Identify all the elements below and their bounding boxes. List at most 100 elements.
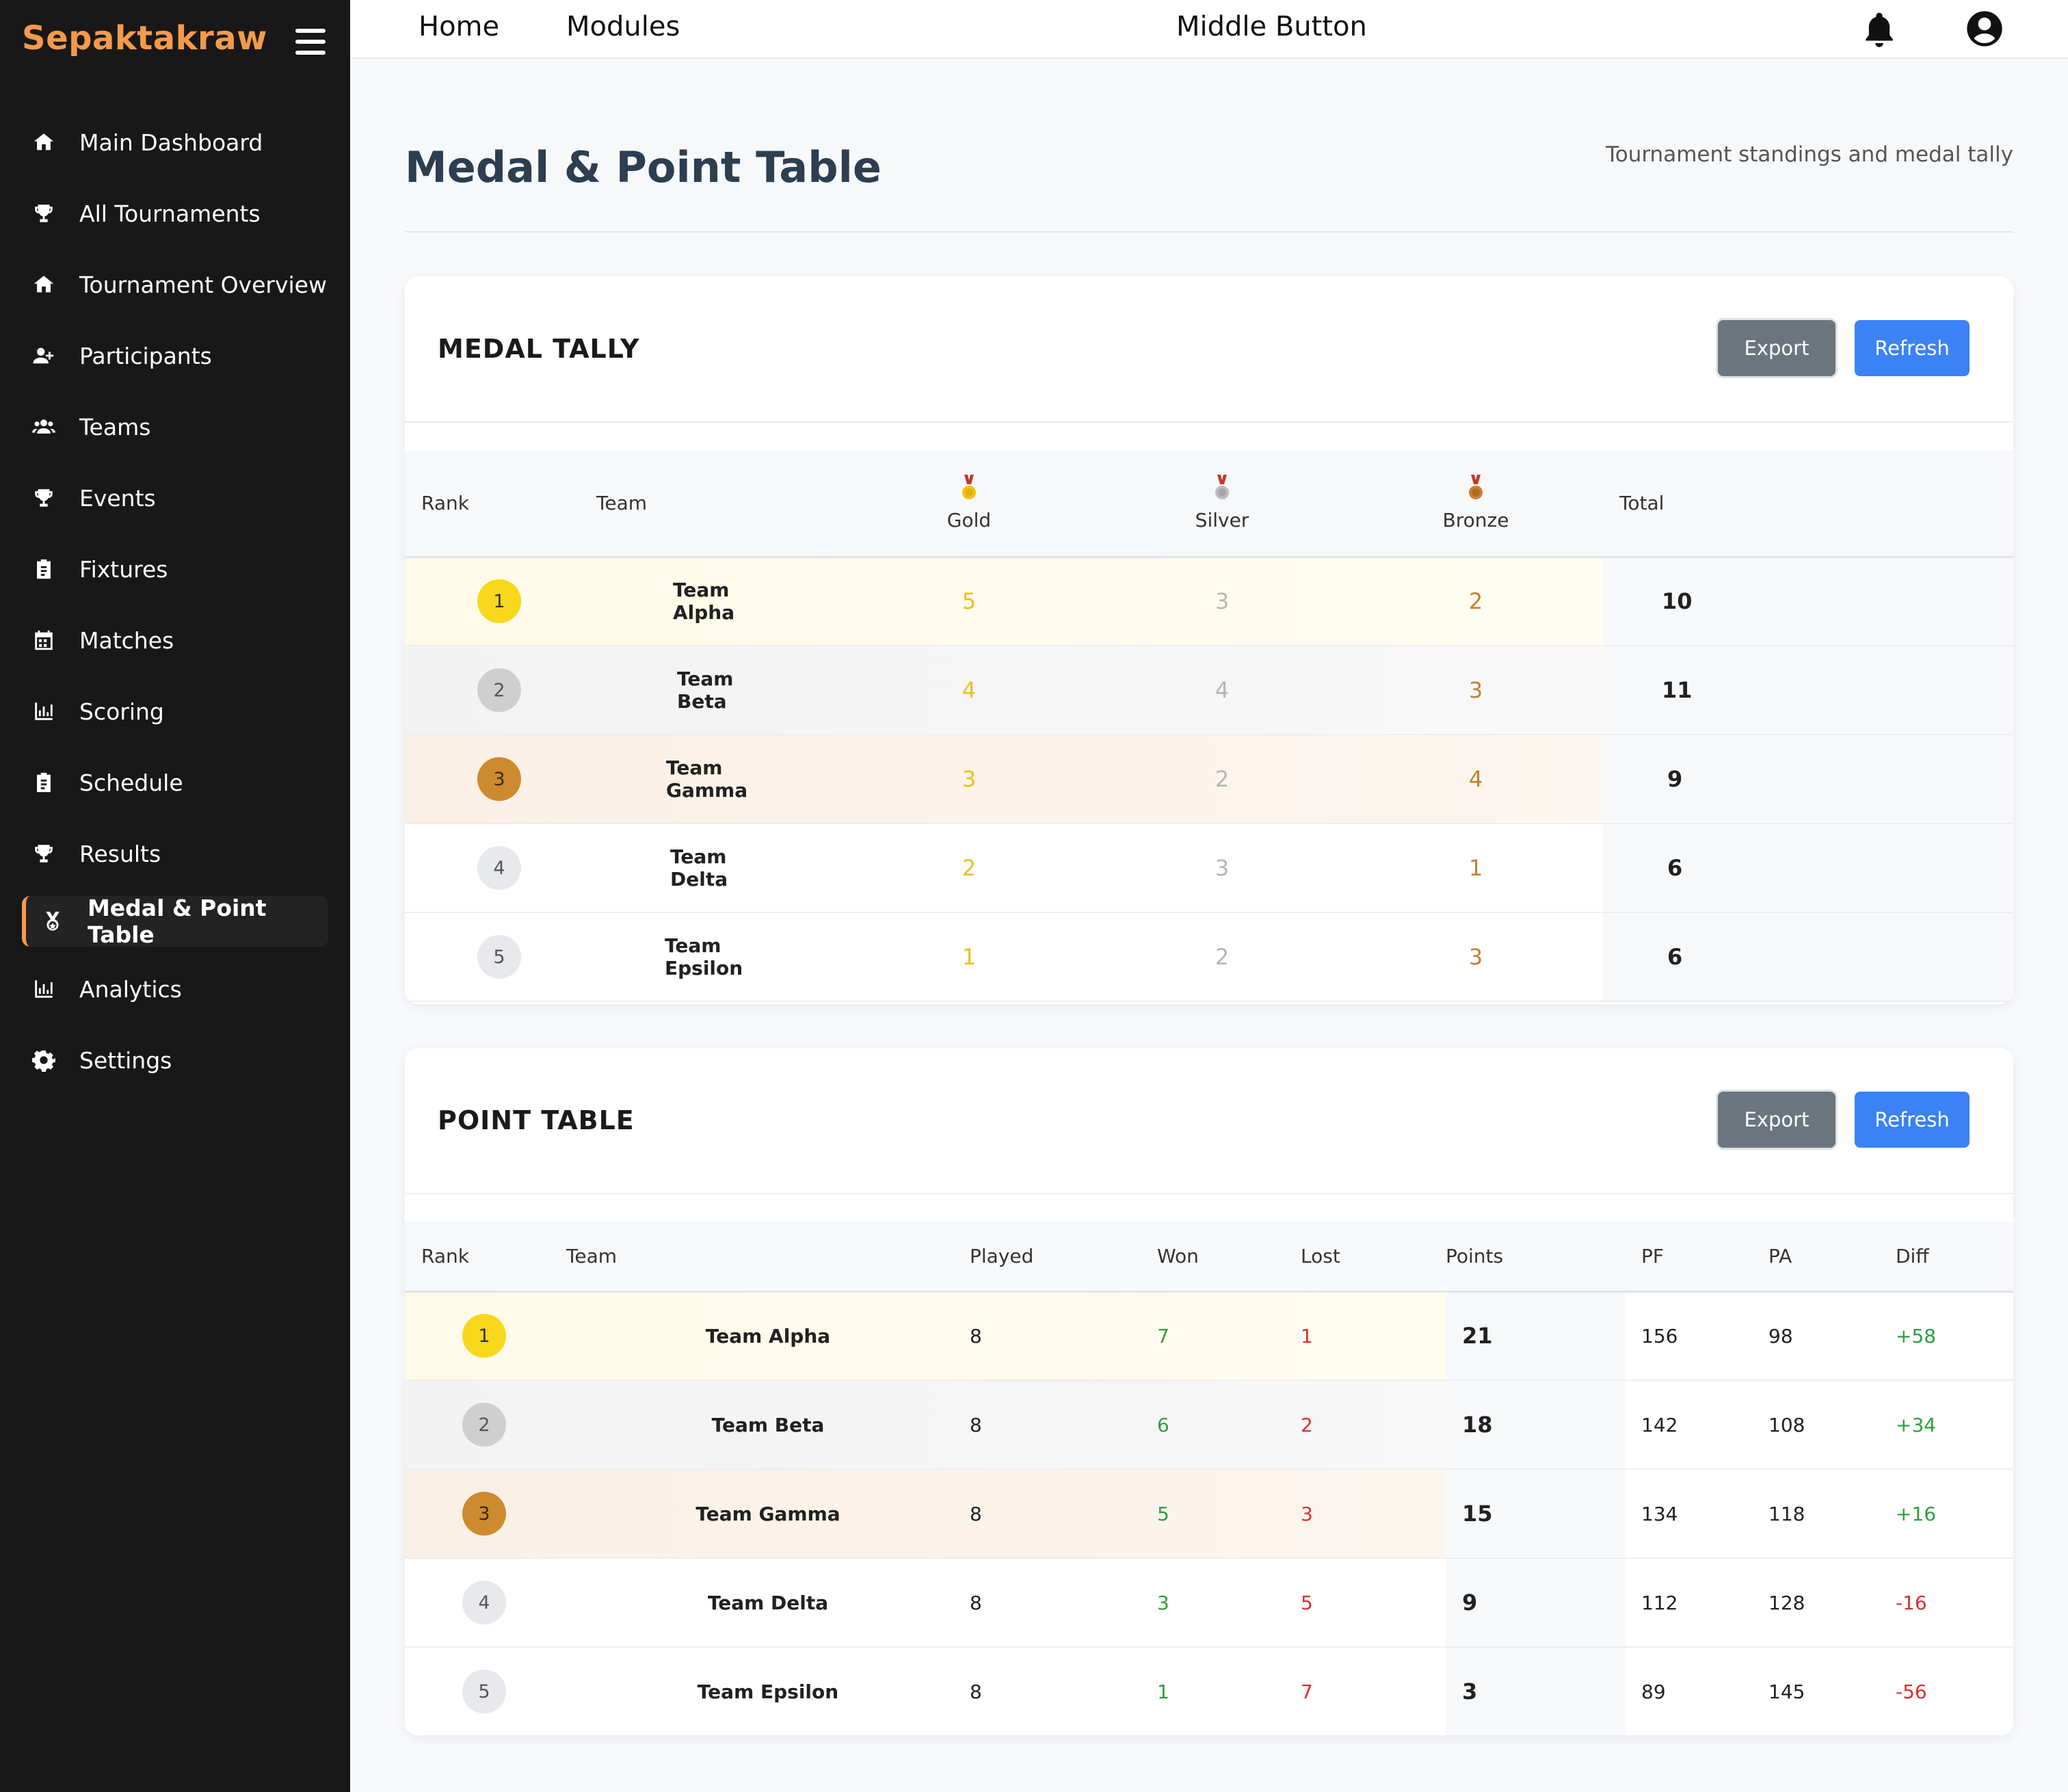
silver-count: 2: [1096, 912, 1349, 1002]
diff-value: -16: [1879, 1558, 2013, 1648]
col-team: Team: [596, 491, 648, 514]
trophy-icon: [30, 840, 57, 867]
team-name: Team Alpha: [673, 579, 735, 624]
table-row: 4 Team Delta 2 3 1 6: [405, 823, 2013, 913]
table-row: 3 Team Gamma 8 5 3 15 134 118 +16: [405, 1469, 2013, 1559]
lost-count: 7: [1301, 1647, 1446, 1736]
sidebar: Sepaktakraw Main Dashboard All Tournamen…: [0, 0, 350, 1792]
top-navbar: Home Modules Middle Button: [350, 0, 2068, 59]
point-table: Rank Team Played Won Lost Points PF PA D…: [405, 1222, 2013, 1736]
sidebar-item-medal-point-table[interactable]: Medal & Point Table: [22, 895, 328, 948]
lost-count: 2: [1301, 1380, 1446, 1470]
sidebar-item-events[interactable]: Events: [0, 462, 350, 533]
col-total: Total: [1619, 491, 1665, 514]
sidebar-item-label: Participants: [79, 342, 212, 369]
total-count: 6: [1603, 912, 2013, 1002]
col-silver: Silver: [1096, 450, 1349, 557]
lost-count: 3: [1301, 1469, 1446, 1559]
won-count: 1: [1157, 1647, 1301, 1736]
nav-modules-link[interactable]: Modules: [566, 11, 680, 42]
sidebar-item-label: Tournament Overview: [79, 271, 327, 298]
played-count: 8: [970, 1291, 1157, 1381]
played-count: 8: [970, 1469, 1157, 1559]
rank-badge: 3: [462, 1492, 506, 1536]
pf-value: 89: [1625, 1647, 1752, 1736]
sidebar-item-tournament-overview[interactable]: Tournament Overview: [0, 249, 350, 320]
clipboard-icon: [30, 769, 57, 796]
team-name: Team Epsilon: [566, 1647, 970, 1736]
brand-logo[interactable]: Sepaktakraw: [22, 19, 267, 57]
hamburger-menu-icon[interactable]: [295, 29, 326, 55]
rank-badge: 1: [462, 1314, 506, 1358]
pa-value: 118: [1752, 1469, 1879, 1559]
sidebar-item-main-dashboard[interactable]: Main Dashboard: [0, 107, 350, 178]
sidebar-item-participants[interactable]: Participants: [0, 320, 350, 391]
point-refresh-button[interactable]: Refresh: [1855, 1092, 1970, 1148]
user-plus-icon: [30, 342, 57, 369]
sidebar-item-scoring[interactable]: Scoring: [0, 676, 350, 747]
sidebar-item-label: Fixtures: [79, 555, 168, 583]
user-account-icon[interactable]: [1965, 10, 2004, 48]
col-gold: Gold: [843, 450, 1096, 557]
rank-badge: 3: [477, 757, 521, 801]
sidebar-item-settings[interactable]: Settings: [0, 1025, 350, 1096]
points-value: 15: [1446, 1469, 1625, 1559]
nav-home-link[interactable]: Home: [419, 11, 499, 42]
pa-value: 98: [1752, 1291, 1879, 1381]
sidebar-item-matches[interactable]: Matches: [0, 605, 350, 676]
point-table-title: POINT TABLE: [438, 1105, 635, 1135]
home-icon: [30, 129, 57, 156]
diff-value: -56: [1879, 1647, 2013, 1736]
silver-count: 2: [1096, 735, 1349, 824]
bell-icon[interactable]: [1860, 10, 1898, 48]
point-table-card: POINT TABLE Export Refresh Rank Team Pla…: [405, 1048, 2013, 1736]
team-name: Team Epsilon: [665, 934, 743, 979]
point-table-header: POINT TABLE Export Refresh: [405, 1048, 2013, 1194]
sidebar-item-label: Results: [79, 840, 161, 867]
col-won: Won: [1157, 1244, 1199, 1267]
team-name: Team Delta: [670, 845, 728, 891]
lost-count: 1: [1301, 1291, 1446, 1381]
point-export-button[interactable]: Export: [1718, 1092, 1835, 1148]
won-count: 6: [1157, 1380, 1301, 1470]
bronze-count: 2: [1349, 557, 1603, 646]
sidebar-item-schedule[interactable]: Schedule: [0, 747, 350, 818]
medal-tally-header: MEDAL TALLY Export Refresh: [405, 276, 2013, 423]
sidebar-item-fixtures[interactable]: Fixtures: [0, 533, 350, 605]
team-name: Team Gamma: [566, 1469, 970, 1559]
team-name: Team Delta: [566, 1558, 970, 1648]
team-name: Team Alpha: [566, 1291, 970, 1381]
pa-value: 128: [1752, 1558, 1879, 1648]
played-count: 8: [970, 1558, 1157, 1648]
medal-refresh-button[interactable]: Refresh: [1855, 320, 1970, 376]
col-rank: Rank: [421, 491, 469, 514]
diff-value: +34: [1879, 1380, 2013, 1470]
gold-medal-icon: [962, 474, 976, 499]
medal-export-button[interactable]: Export: [1718, 320, 1835, 376]
home-icon: [30, 271, 57, 298]
total-count: 6: [1603, 823, 2013, 913]
bronze-count: 1: [1349, 823, 1603, 913]
gold-count: 1: [843, 912, 1096, 1002]
silver-count: 3: [1096, 557, 1349, 646]
sidebar-item-label: Matches: [79, 627, 174, 654]
pf-value: 156: [1625, 1291, 1752, 1381]
table-row: 5 Team Epsilon 1 2 3 6: [405, 912, 2013, 1002]
pf-value: 112: [1625, 1558, 1752, 1648]
table-row: 5 Team Epsilon 8 1 7 3 89 145 -56: [405, 1647, 2013, 1736]
medal-tally-title: MEDAL TALLY: [438, 334, 640, 364]
rank-badge: 5: [477, 935, 521, 979]
nav-middle-button[interactable]: Middle Button: [1176, 11, 1367, 42]
points-value: 18: [1446, 1380, 1625, 1470]
sidebar-nav: Main Dashboard All Tournaments Tournamen…: [0, 107, 350, 1096]
rank-badge: 2: [477, 668, 521, 712]
sidebar-item-analytics[interactable]: Analytics: [0, 953, 350, 1025]
bronze-count: 4: [1349, 735, 1603, 824]
sidebar-item-teams[interactable]: Teams: [0, 391, 350, 462]
gold-count: 2: [843, 823, 1096, 913]
trophy-icon: [30, 484, 57, 512]
silver-count: 3: [1096, 823, 1349, 913]
sidebar-item-all-tournaments[interactable]: All Tournaments: [0, 178, 350, 249]
sidebar-item-results[interactable]: Results: [0, 818, 350, 889]
sidebar-item-label: Scoring: [79, 698, 164, 725]
